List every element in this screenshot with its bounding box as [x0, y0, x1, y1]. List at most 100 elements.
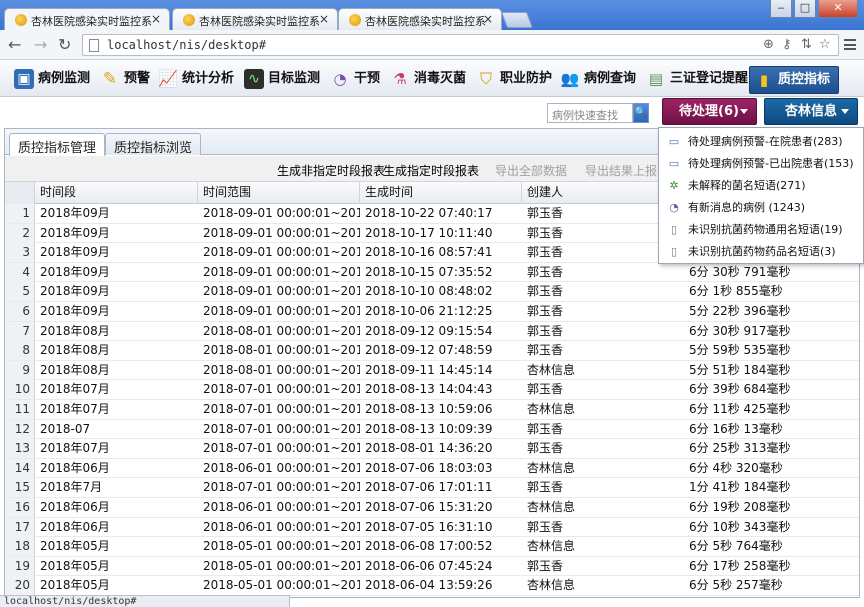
pending-button[interactable]: 待处理(6) [662, 98, 757, 125]
export-all-button[interactable]: 导出全部数据 [495, 162, 567, 179]
back-icon[interactable]: ← [8, 35, 21, 54]
table-row[interactable]: 8 2018年08月 2018-08-01 00:00:01~2018-0... 20… [5, 341, 859, 361]
discharged-icon: ▭ [668, 157, 680, 170]
cell-creator: 杏林信息 [527, 460, 576, 475]
cell-period: 2018年07月 [40, 382, 110, 397]
table-row[interactable]: 18 2018年05月 2018-05-01 00:00:01~2018-0... 2… [5, 537, 859, 557]
close-icon[interactable]: × [483, 12, 493, 26]
table-row[interactable]: 7 2018年08月 2018-08-01 00:00:01~2018-0... 20… [5, 321, 859, 342]
browser-tab-3[interactable]: 杏林医院感染实时监控系 × [338, 8, 502, 30]
menu-item-target-monitoring[interactable]: ∿ 目标监测 [244, 68, 320, 92]
close-icon[interactable]: × [151, 12, 161, 26]
cell-duration: 5分 51秒 184毫秒 [689, 362, 791, 377]
reload-icon[interactable]: ↻ [58, 35, 71, 54]
browser-menu-icon[interactable] [844, 39, 856, 50]
cell-duration: 6分 10秒 343毫秒 [689, 519, 791, 534]
dropdown-item-discharged-warnings[interactable]: ▭ 待处理病例预警-已出院患者(153) [659, 153, 863, 175]
new-tab-button[interactable] [501, 12, 533, 28]
table-row[interactable]: 15 2018年7月 2018-07-01 00:00:01~2018-0... 20… [5, 478, 859, 498]
zoom-icon[interactable]: ⊕ [763, 37, 774, 52]
cell-creator: 郭玉香 [527, 304, 564, 318]
dropdown-item-unknown-drug-generic[interactable]: ▯ 未识别抗菌药物通用名短语(19) [659, 219, 863, 241]
cell-created-time: 2018-09-12 07:48:59 [365, 343, 493, 358]
dropdown-item-new-messages[interactable]: ◔ 有新消息的病例 (1243) [659, 197, 863, 219]
cell-period: 2018年05月 [40, 558, 110, 573]
menu-item-case-query[interactable]: 👥 病例查询 [560, 68, 636, 92]
menu-item-disinfection[interactable]: ⚗ 消毒灭菌 [390, 68, 466, 92]
table-row[interactable]: 19 2018年05月 2018-05-01 00:00:01~2018-0... 2… [5, 556, 859, 577]
table-row[interactable]: 17 2018年06月 2018-06-01 00:00:01~2018-0... 2… [5, 517, 859, 538]
patient-icon: ▭ [668, 135, 680, 148]
cell-duration: 6分 39秒 684毫秒 [689, 382, 791, 397]
generate-unspecified-report-button[interactable]: 生成非指定时段报表 [277, 162, 385, 179]
cell-created-time: 2018-06-06 07:45:24 [365, 558, 493, 573]
column-header-range[interactable]: 时间范围 [198, 182, 360, 204]
minimize-icon[interactable]: ‒ [770, 0, 792, 18]
menu-item-warning[interactable]: ✎ 预警 [100, 68, 150, 92]
tab-quality-indicator-browse[interactable]: 质控指标浏览 [105, 133, 202, 156]
table-row[interactable]: 14 2018年06月 2018-06-01 00:00:01~2018-0... 2… [5, 458, 859, 479]
column-header-created-time[interactable]: 生成时间 [360, 182, 522, 204]
address-bar: ← → ↻ localhost/nis/desktop# ⊕ ⚷ ⇅ ☆ [0, 30, 864, 60]
menu-item-certificate-reminder[interactable]: ▤ 三证登记提醒 [646, 68, 748, 92]
dropdown-item-unexplained-bacteria[interactable]: ✲ 未解释的菌名短语(271) [659, 175, 863, 197]
menu-item-quality-indicators[interactable]: ▮ 质控指标 [749, 66, 840, 94]
key-icon[interactable]: ⚷ [782, 37, 792, 52]
table-row[interactable]: 6 2018年09月 2018-09-01 00:00:01~2018-1... 20… [5, 302, 859, 322]
cell-created-time: 2018-07-06 17:01:11 [365, 480, 493, 495]
register-icon: ▤ [648, 70, 664, 88]
users-icon: 👥 [560, 70, 580, 88]
url-field[interactable]: localhost/nis/desktop# ⊕ ⚷ ⇅ ☆ [82, 34, 839, 56]
menu-item-case-monitoring[interactable]: ▣ 病例监测 [14, 68, 90, 92]
table-row[interactable]: 12 2018-07 2018-07-01 00:00:01~2018-0... 20… [5, 419, 859, 440]
table-row[interactable]: 20 2018年05月 2018-05-01 00:00:01~2018-0... 2… [5, 576, 859, 596]
table-row[interactable]: 4 2018年09月 2018-09-01 00:00:01~2018-1... 20… [5, 262, 859, 283]
bookmark-star-icon[interactable]: ☆ [819, 37, 831, 52]
row-number: 9 [5, 360, 35, 380]
translate-icon[interactable]: ⇅ [801, 37, 812, 52]
menu-item-occupational-protection[interactable]: ⛉ 职业防护 [476, 68, 552, 92]
toolbar: 病例快速查找 🔍 待处理(6) 杏林信息 [0, 97, 864, 127]
row-number: 7 [5, 321, 35, 341]
table-row[interactable]: 13 2018年07月 2018-07-01 00:00:01~2018-0... 2… [5, 439, 859, 459]
table-row[interactable]: 5 2018年09月 2018-09-01 00:00:01~2018-1... 20… [5, 282, 859, 302]
search-icon[interactable]: 🔍 [633, 103, 649, 123]
column-header-period[interactable]: 时间段 [35, 182, 198, 204]
browser-tab-2[interactable]: 杏林医院感染实时监控系 × [172, 8, 338, 30]
case-search-input[interactable]: 病例快速查找 [547, 103, 633, 123]
forward-icon[interactable]: → [34, 35, 47, 54]
chart-icon: 📈 [158, 69, 178, 88]
maximize-icon[interactable]: □ [794, 0, 816, 18]
cell-creator: 杏林信息 [527, 402, 576, 416]
dropdown-item-unknown-drug-brand[interactable]: ▯ 未识别抗菌药物药品名短语(3) [659, 241, 863, 263]
cell-created-time: 2018-10-22 07:40:17 [365, 206, 493, 220]
table-row[interactable]: 16 2018年06月 2018-06-01 00:00:01~2018-0... 2… [5, 498, 859, 518]
cell-range: 2018-07-01 00:00:01~2018-0... [203, 402, 360, 416]
generate-specified-report-button[interactable]: 生成指定时段报表 [383, 162, 479, 179]
cell-range: 2018-05-01 00:00:01~2018-0... [203, 539, 360, 554]
menu-item-statistics[interactable]: 📈 统计分析 [158, 68, 234, 92]
row-number: 1 [5, 204, 35, 223]
table-row[interactable]: 9 2018年08月 2018-08-01 00:00:01~2018-0... 20… [5, 360, 859, 381]
menu-item-intervention[interactable]: ◔ 干预 [330, 68, 380, 92]
cell-range: 2018-07-01 00:00:01~2018-0... [203, 441, 360, 456]
xinglin-info-button[interactable]: 杏林信息 [764, 98, 858, 125]
cell-range: 2018-09-01 00:00:01~2018-1... [203, 206, 360, 220]
cell-created-time: 2018-10-06 21:12:25 [365, 304, 493, 318]
table-row[interactable]: 10 2018年07月 2018-07-01 00:00:01~2018-0... 2… [5, 380, 859, 400]
cell-creator: 郭玉香 [527, 421, 564, 436]
row-number: 3 [5, 243, 35, 263]
cell-range: 2018-08-01 00:00:01~2018-0... [203, 323, 360, 338]
close-icon[interactable]: × [319, 12, 329, 26]
cell-creator: 郭玉香 [527, 323, 564, 338]
browser-tab-1[interactable]: 杏林医院感染实时监控系 × [4, 8, 170, 31]
tab-quality-indicator-management[interactable]: 质控指标管理 [9, 133, 106, 156]
cell-created-time: 2018-07-06 15:31:20 [365, 500, 493, 514]
table-row[interactable]: 11 2018年07月 2018-07-01 00:00:01~2018-0... 2… [5, 400, 859, 420]
dropdown-item-inpatient-warnings[interactable]: ▭ 待处理病例预警-在院患者(283) [659, 131, 863, 153]
window-close-icon[interactable]: ✕ [818, 0, 858, 18]
export-upload-button[interactable]: 导出结果上报平 [585, 162, 669, 179]
cell-creator: 杏林信息 [527, 500, 576, 514]
pending-dropdown-menu: ▭ 待处理病例预警-在院患者(283) ▭ 待处理病例预警-已出院患者(153) ✲… [658, 127, 864, 264]
status-bar: localhost/nis/desktop# [0, 595, 290, 607]
